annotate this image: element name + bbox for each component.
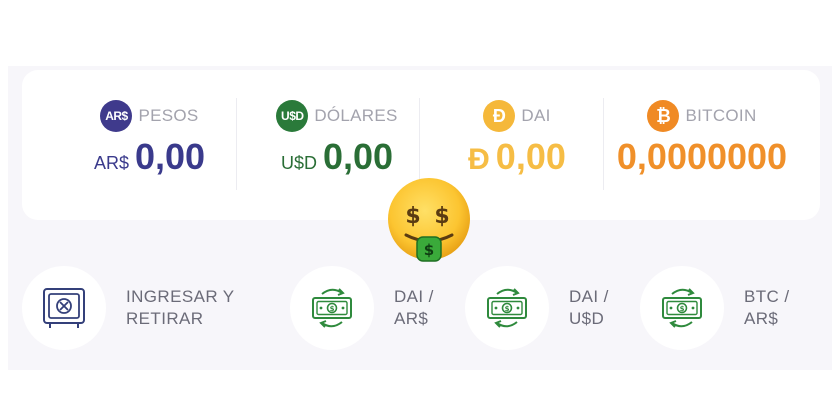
balance-pesos-label: PESOS [138,106,199,125]
balance-pesos: AR$ PESOS AR$ 0,00 [62,70,237,220]
action-label: DAI / AR$ [394,287,434,328]
ars-badge-icon: AR$ [100,100,133,132]
dai-badge-icon: Ð [483,100,516,132]
balance-bitcoin: ₿ BITCOIN 0,0000000 [602,70,802,220]
svg-text:$: $ [424,241,434,259]
balance-dai-amount: 0,00 [495,136,566,177]
balance-dolares-label: DÓLARES [314,106,398,125]
action-label: INGRESAR Y RETIRAR [126,287,235,328]
balance-pesos-amount: 0,00 [134,136,206,177]
svg-text:$: $ [330,305,335,313]
svg-text:$: $ [434,204,449,229]
balance-bitcoin-label: BITCOIN [685,106,757,125]
safe-icon [43,288,85,328]
svg-text:$: $ [405,204,420,229]
usd-badge-icon: U$D [276,100,309,132]
exchange-money-icon: $ [312,288,352,328]
balance-dai-symbol: Ð [468,143,490,176]
balance-bitcoin-amount: 0,0000000 [616,136,788,177]
exchange-money-icon: $ [487,288,527,328]
money-mouth-face-icon: $ $ $ [388,178,470,262]
action-label: DAI / U$D [569,287,609,328]
action-circle[interactable] [22,266,106,350]
balance-pesos-symbol: AR$ [93,153,129,173]
action-label: BTC / AR$ [744,287,790,328]
action-btc-ars[interactable]: $ BTC / AR$ [640,258,789,358]
svg-text:$: $ [680,305,685,313]
action-circle[interactable]: $ [465,266,549,350]
action-ingresar-retirar[interactable]: INGRESAR Y RETIRAR [22,258,235,358]
action-dai-usd[interactable]: $ DAI / U$D [465,258,609,358]
balance-dolares-symbol: U$D [280,153,317,173]
action-dai-ars[interactable]: $ DAI / AR$ [290,258,434,358]
btc-badge-icon: ₿ [647,100,680,132]
action-circle[interactable]: $ [640,266,724,350]
exchange-money-icon: $ [662,288,702,328]
svg-text:$: $ [505,305,510,313]
action-circle[interactable]: $ [290,266,374,350]
balance-dolares-amount: 0,00 [322,136,394,177]
balance-dai-label: DAI [521,106,551,125]
divider [236,98,237,190]
